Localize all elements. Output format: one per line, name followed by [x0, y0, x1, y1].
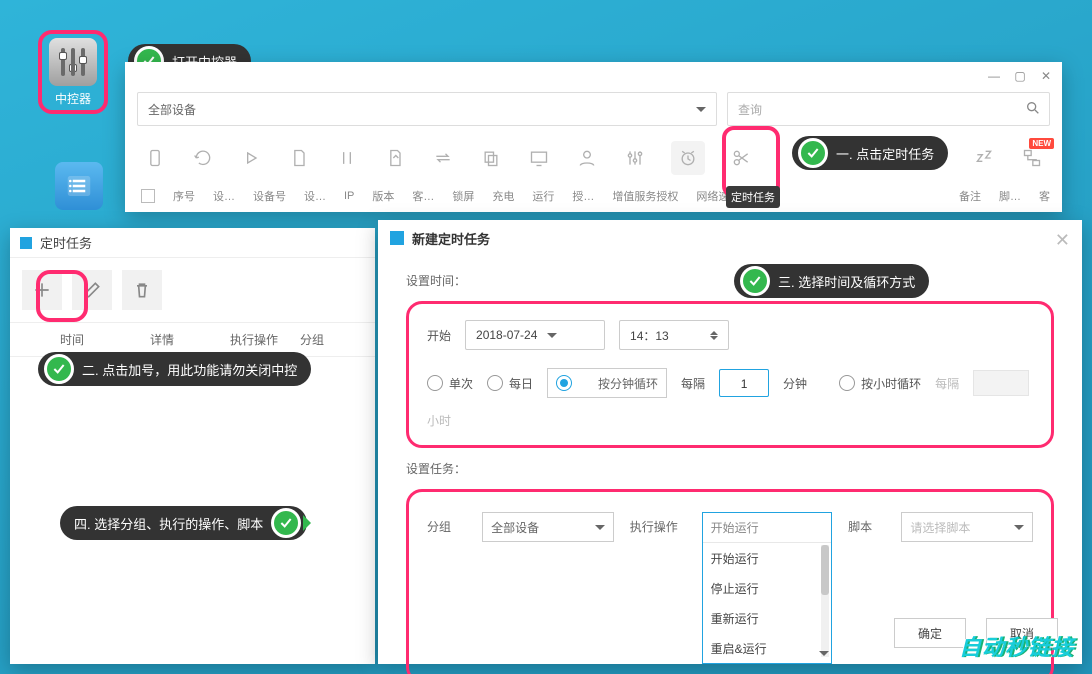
- launcher-list[interactable]: [50, 150, 108, 222]
- tb-sync-icon[interactable]: [431, 146, 455, 170]
- delete-task-button[interactable]: [122, 270, 162, 310]
- group-label: 分组: [427, 512, 466, 535]
- action-option[interactable]: 停止运行: [703, 573, 832, 603]
- close-button[interactable]: ✕: [1038, 68, 1054, 84]
- tb-user-icon[interactable]: [575, 146, 599, 170]
- maximize-button[interactable]: ▢: [1012, 68, 1028, 84]
- tb-network-icon[interactable]: NEW: [1020, 146, 1044, 170]
- search-icon: [1025, 100, 1041, 119]
- group-select[interactable]: 全部设备: [482, 512, 614, 542]
- tb-scissors-icon[interactable]: [729, 146, 753, 170]
- device-filter-dropdown[interactable]: 全部设备: [137, 92, 717, 126]
- chevron-down-icon: [696, 107, 706, 117]
- panel-marker-icon: [20, 237, 32, 249]
- callout-step2: 二. 点击加号，用此功能请勿关闭中控: [38, 352, 311, 386]
- freq-once-radio[interactable]: 单次: [427, 375, 473, 392]
- tb-export-icon[interactable]: [383, 146, 407, 170]
- tb-doc-icon[interactable]: [287, 146, 311, 170]
- dialog-marker-icon: [390, 231, 404, 245]
- chevron-down-icon: [595, 525, 605, 535]
- cancel-button[interactable]: 取消: [986, 618, 1058, 648]
- start-label: 开始: [427, 327, 451, 344]
- action-select-open[interactable]: 开始运行 开始运行 停止运行 重新运行 重启&运行: [702, 512, 833, 664]
- add-task-button[interactable]: [22, 270, 62, 310]
- new-task-dialog: 新建定时任务 ✕ 设置时间： 开始 2018-07-24 14：13 单次 每日…: [378, 220, 1082, 664]
- chevron-down-icon: [547, 333, 557, 343]
- callout-step4: 四. 选择分组、执行的操作、脚本: [60, 506, 307, 540]
- window-controls: — ▢ ✕: [986, 68, 1054, 84]
- tb-alarm-icon[interactable]: [671, 141, 705, 175]
- chevron-down-icon: [1014, 525, 1024, 535]
- callout-step3: 三. 选择时间及循环方式: [734, 264, 929, 298]
- set-time-label: 设置时间：: [406, 272, 1054, 289]
- tb-tune-icon[interactable]: [623, 146, 647, 170]
- ok-button[interactable]: 确定: [894, 618, 966, 648]
- check-icon: [798, 138, 828, 168]
- tb-pause-icon[interactable]: [335, 146, 359, 170]
- action-option[interactable]: 重新运行: [703, 603, 832, 633]
- check-icon: [271, 508, 301, 538]
- schedule-panel: 定时任务 时间 详情 执行操作 分组: [10, 228, 375, 664]
- tb-sleep-icon[interactable]: [972, 146, 996, 170]
- script-label: 脚本: [848, 512, 885, 535]
- listbox-scrollbar[interactable]: [821, 545, 829, 657]
- action-option[interactable]: 重启&运行: [703, 633, 832, 663]
- script-select[interactable]: 请选择脚本: [901, 512, 1033, 542]
- check-icon: [44, 354, 74, 384]
- checklist-icon: [55, 162, 103, 210]
- edit-task-button[interactable]: [72, 270, 112, 310]
- dialog-title: 新建定时任务: [412, 229, 490, 248]
- action-option[interactable]: 开始运行: [703, 543, 832, 573]
- date-picker[interactable]: 2018-07-24: [465, 320, 605, 350]
- dialog-close-button[interactable]: ✕: [1055, 230, 1070, 251]
- alarm-tooltip: 定时任务: [726, 186, 780, 208]
- minute-interval-input[interactable]: 1: [719, 369, 769, 397]
- tb-refresh-icon[interactable]: [191, 146, 215, 170]
- tb-copy-icon[interactable]: [479, 146, 503, 170]
- tb-device-icon[interactable]: [143, 146, 167, 170]
- time-settings-box: 开始 2018-07-24 14：13 单次 每日 按分钟循环 每隔 1 分钟 …: [406, 301, 1054, 448]
- tb-monitor-icon[interactable]: [527, 146, 551, 170]
- equalizer-icon: [49, 38, 97, 86]
- search-input[interactable]: 查询: [727, 92, 1050, 126]
- minimize-button[interactable]: —: [986, 68, 1002, 84]
- device-table-header: 序号 设… 设备号 设… IP 版本 客… 锁屏 充电 运行 授… 增值服务授权…: [137, 182, 1050, 210]
- chevron-down-icon: [819, 651, 829, 661]
- freq-minute-radio[interactable]: 按分钟循环: [547, 368, 667, 398]
- time-picker[interactable]: 14：13: [619, 320, 729, 350]
- select-all-checkbox[interactable]: [141, 189, 155, 203]
- freq-hour-radio[interactable]: 按小时循环: [839, 375, 921, 392]
- action-current: 开始运行: [703, 513, 832, 543]
- set-task-label: 设置任务：: [406, 460, 1054, 477]
- spinner-icon: [710, 327, 718, 344]
- hour-interval-input: [973, 370, 1029, 396]
- callout-step1: 一. 点击定时任务: [792, 136, 948, 170]
- freq-daily-radio[interactable]: 每日: [487, 375, 533, 392]
- schedule-panel-title: 定时任务: [40, 233, 92, 252]
- action-label: 执行操作: [630, 512, 686, 535]
- launcher-controller-label: 中控器: [55, 90, 91, 107]
- tb-play-icon[interactable]: [239, 146, 263, 170]
- check-icon: [740, 266, 770, 296]
- launcher-controller[interactable]: 中控器: [44, 36, 102, 108]
